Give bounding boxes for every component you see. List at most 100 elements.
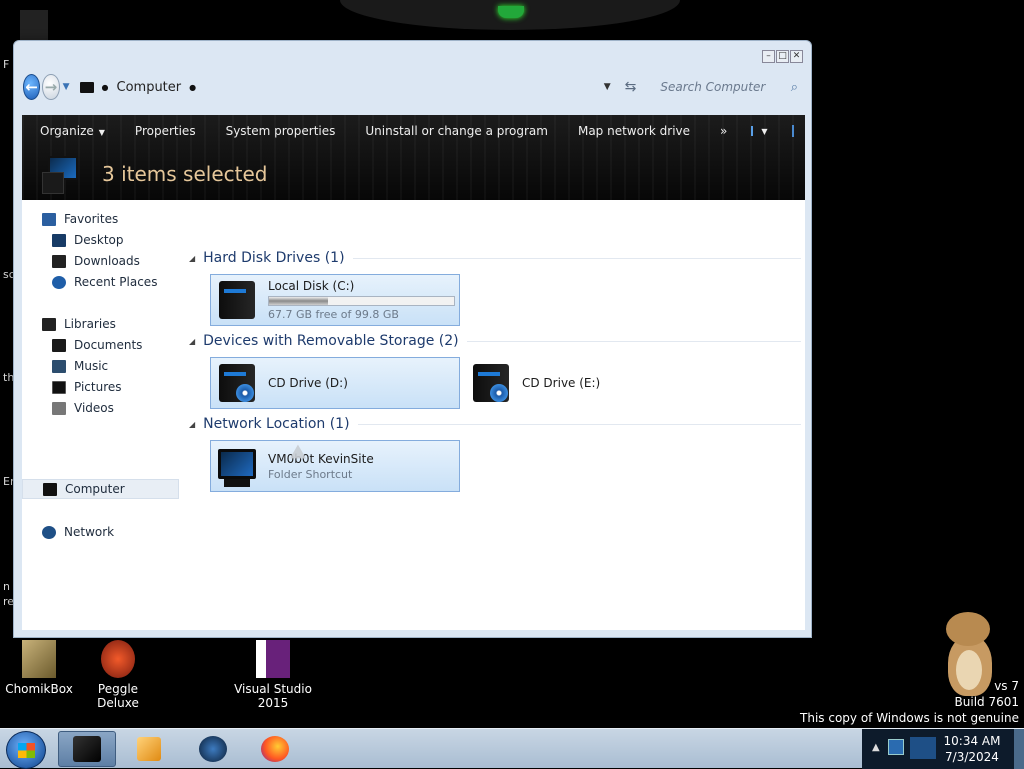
watermark-line: Build 7601 [954, 695, 1019, 709]
notification-area: ▲ 10:34 AM 7/3/2024 [862, 729, 1024, 769]
group-divider [352, 257, 801, 259]
minimize-button[interactable]: – [762, 50, 775, 63]
breadcrumb-computer[interactable]: Computer [117, 80, 182, 95]
nav-libraries[interactable]: Libraries [42, 314, 116, 334]
group-title: Network Location (1) [203, 416, 350, 432]
cd-drive-icon [216, 360, 260, 406]
map-drive-button[interactable]: Map network drive [578, 124, 690, 138]
taskbar-firefox[interactable] [246, 731, 304, 767]
breadcrumb[interactable]: ● Computer ● [79, 80, 322, 95]
taskbar-globe[interactable] [184, 731, 242, 767]
computer-icon [43, 482, 57, 496]
search-input[interactable]: Search Computer [660, 80, 765, 94]
recent-places-icon [52, 275, 66, 289]
nav-network[interactable]: Network [42, 522, 114, 542]
address-row: ← → ▼ ● Computer ● ▼ ⇆ Search Computer ⌕ [23, 69, 804, 105]
desktop-icon-visual-studio[interactable]: Visual Studio 2015 [232, 640, 314, 710]
nav-recent-places[interactable]: Recent Places [52, 272, 157, 292]
search-box[interactable]: Search Computer ⌕ [654, 76, 804, 98]
watermark-line: vs 7 [994, 679, 1019, 693]
show-hidden-icons-icon[interactable]: ▲ [872, 742, 880, 753]
forward-button[interactable]: → [42, 74, 60, 100]
uninstall-button[interactable]: Uninstall or change a program [365, 124, 548, 138]
drive-usage-fill [269, 297, 329, 305]
favorites-star-icon [42, 212, 56, 226]
chevron-down-icon: ▼ [98, 128, 105, 137]
breadcrumb-separator-icon[interactable]: ● [102, 83, 109, 92]
music-icon [52, 359, 66, 373]
group-network-location[interactable]: ◢ Network Location (1) [189, 416, 801, 432]
collapse-triangle-icon[interactable]: ◢ [189, 337, 195, 346]
nav-pictures[interactable]: Pictures [52, 377, 122, 397]
network-location-tile[interactable]: VM0b0t KevinSite Folder Shortcut [210, 440, 460, 492]
back-arrow-icon: ← [25, 78, 38, 96]
taskbar-media-player[interactable] [120, 731, 178, 767]
nav-label: Computer [65, 482, 125, 496]
command-bar: Organize ▼ Properties System properties U… [22, 115, 805, 147]
nav-documents[interactable]: Documents [52, 335, 142, 355]
drive-usage-bar [268, 296, 455, 306]
nav-downloads[interactable]: Downloads [52, 251, 140, 271]
group-hard-disk-drives[interactable]: ◢ Hard Disk Drives (1) [189, 250, 801, 266]
system-properties-button[interactable]: System properties [226, 124, 336, 138]
view-dropdown-icon[interactable]: ▼ [761, 127, 767, 136]
navigation-pane: Favorites Desktop Downloads Recent Place… [22, 200, 182, 630]
file-list: ◢ Hard Disk Drives (1) Local Disk (C:) 67… [187, 200, 802, 630]
change-view-icon[interactable] [751, 126, 754, 136]
visual-studio-icon [256, 640, 290, 678]
libraries-icon [42, 317, 56, 331]
collapse-triangle-icon[interactable]: ◢ [189, 420, 195, 429]
group-removable-storage[interactable]: ◢ Devices with Removable Storage (2) [189, 333, 801, 349]
network-icon [42, 525, 56, 539]
recent-pages-dropdown[interactable]: ▼ [63, 82, 70, 92]
gadget-led [498, 6, 524, 18]
drive-c-tile[interactable]: Local Disk (C:) 67.7 GB free of 99.8 GB [210, 274, 460, 326]
collapse-triangle-icon[interactable]: ◢ [189, 254, 195, 263]
action-center-icon[interactable] [910, 737, 936, 759]
peggle-icon [101, 640, 135, 678]
nav-label: Pictures [74, 380, 122, 394]
properties-button[interactable]: Properties [135, 124, 196, 138]
hard-disk-icon [216, 277, 260, 323]
watermark-line: This copy of Windows is not genuine [800, 711, 1019, 725]
clock-time: 10:34 AM [943, 734, 1001, 748]
nav-label: Downloads [74, 254, 140, 268]
organize-button[interactable]: Organize ▼ [40, 124, 105, 138]
edge-text: F [3, 58, 10, 71]
nav-videos[interactable]: Videos [52, 398, 114, 418]
back-button[interactable]: ← [23, 74, 41, 100]
maximize-button[interactable]: □ [776, 50, 789, 63]
nav-label: Documents [74, 338, 143, 352]
selection-status: 3 items selected [102, 161, 268, 186]
clock[interactable]: 10:34 AM 7/3/2024 [940, 733, 1004, 765]
close-button[interactable]: ✕ [790, 50, 803, 63]
show-desktop-button[interactable] [1014, 729, 1024, 769]
nav-label: Libraries [64, 317, 116, 331]
network-tray-icon[interactable] [888, 739, 904, 755]
nav-music[interactable]: Music [52, 356, 108, 376]
media-player-icon [137, 737, 161, 761]
computer-large-icon [42, 154, 82, 194]
group-title: Hard Disk Drives (1) [203, 250, 345, 266]
breadcrumb-separator-icon[interactable]: ● [189, 83, 196, 92]
desktop-icon-peggle[interactable]: Peggle Deluxe [76, 640, 160, 710]
videos-icon [52, 401, 66, 415]
nav-computer[interactable]: Computer [22, 479, 179, 499]
address-dropdown[interactable]: ▼ [604, 82, 611, 92]
desktop-icon-chomikbox[interactable]: ChomikBox [4, 640, 74, 696]
taskbar-explorer[interactable] [58, 731, 116, 767]
network-folder-icon [216, 443, 260, 489]
preview-pane-icon[interactable] [791, 125, 794, 137]
desktop-object [20, 10, 48, 40]
refresh-icon[interactable]: ⇆ [625, 79, 637, 95]
start-button[interactable] [6, 731, 46, 769]
group-divider [466, 340, 801, 342]
caption-buttons: – □ ✕ [762, 50, 803, 63]
nav-desktop[interactable]: Desktop [52, 230, 124, 250]
nav-favorites[interactable]: Favorites [42, 209, 118, 229]
drive-e-tile[interactable]: CD Drive (E:) [464, 357, 714, 409]
drive-d-tile[interactable]: CD Drive (D:) [210, 357, 460, 409]
nav-label: Desktop [74, 233, 124, 247]
search-icon[interactable]: ⌕ [791, 80, 798, 95]
more-commands-button[interactable]: » [720, 124, 727, 138]
